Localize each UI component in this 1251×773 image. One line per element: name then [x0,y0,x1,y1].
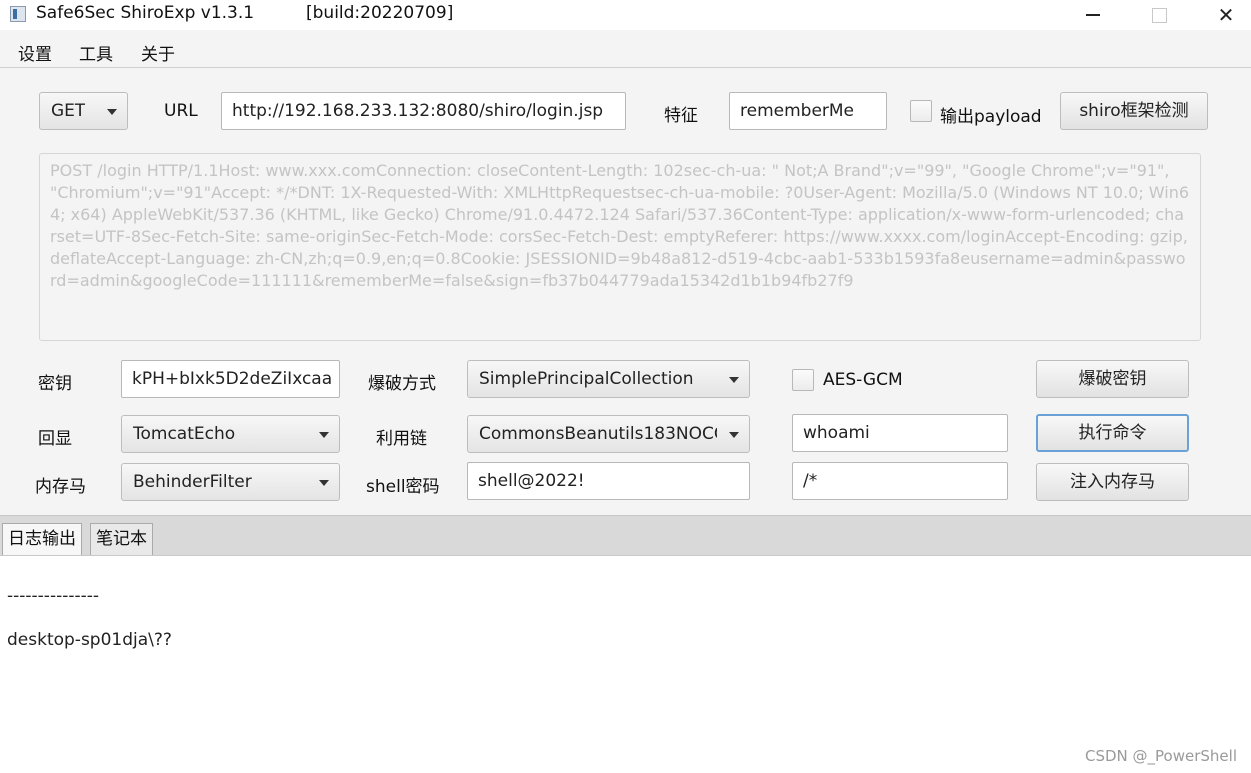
aes-gcm-checkbox[interactable] [792,369,814,391]
inject-memshell-button[interactable]: 注入内存马 [1036,463,1189,501]
memshell-label: 内存马 [35,477,86,497]
execute-command-button[interactable]: 执行命令 [1036,414,1189,452]
brute-key-button[interactable]: 爆破密钥 [1036,360,1189,398]
key-label: 密钥 [38,374,72,394]
brute-mode-label: 爆破方式 [368,374,436,394]
menu-tools[interactable]: 工具 [79,40,113,65]
tab-log-output[interactable]: 日志输出 [2,523,82,556]
menu-about[interactable]: 关于 [141,40,175,65]
log-line: desktop-sp01dja\?? [7,630,172,650]
output-payload-label: 输出payload [940,107,1042,127]
output-payload-checkbox[interactable] [910,100,932,122]
feature-label: 特征 [664,106,698,126]
gadget-chain-select[interactable]: CommonsBeanutils183NOCC [467,415,750,453]
minimize-button[interactable] [1070,0,1116,30]
brute-mode-select[interactable]: SimplePrincipalCollection [467,360,750,398]
key-input[interactable]: kPH+bIxk5D2deZiIxcaa [121,360,340,398]
echo-label: 回显 [38,429,72,449]
window-title: Safe6Sec ShiroExp v1.3.1 [36,3,255,23]
log-output-area[interactable]: --------------- desktop-sp01dja\?? CSDN … [0,555,1251,773]
chain-label: 利用链 [376,429,427,449]
watermark: CSDN @_PowerShell [1085,747,1237,765]
detect-shiro-button[interactable]: shiro框架检测 [1060,92,1208,130]
title-bar: Safe6Sec ShiroExp v1.3.1 [build:20220709… [0,0,1251,30]
chevron-down-icon [319,480,329,486]
menu-bar: 设置 工具 关于 [0,32,1251,68]
aes-gcm-label: AES-GCM [823,370,903,390]
feature-input[interactable]: rememberMe [729,92,887,130]
close-icon: ✕ [1217,3,1235,27]
tab-notebook[interactable]: 笔记本 [90,523,153,556]
request-textarea[interactable]: POST /login HTTP/1.1Host: www.xxx.comCon… [39,153,1201,341]
chevron-down-icon [319,432,329,438]
chevron-down-icon [729,432,739,438]
app-icon [10,6,26,22]
memshell-path-input[interactable]: /* [792,462,1008,500]
shell-password-label: shell密码 [366,477,440,497]
menu-settings[interactable]: 设置 [18,40,52,65]
window-build: [build:20220709] [306,3,454,23]
log-line: --------------- [7,586,100,606]
maximize-button[interactable] [1136,0,1182,30]
chevron-down-icon [729,377,739,383]
memshell-select[interactable]: BehinderFilter [121,463,340,501]
echo-select[interactable]: TomcatEcho [121,415,340,453]
close-button[interactable]: ✕ [1203,0,1249,30]
url-label: URL [164,101,198,121]
shell-password-input[interactable]: shell@2022! [467,462,750,500]
chevron-down-icon [107,109,117,115]
method-select[interactable]: GET [39,92,128,130]
tab-strip: 日志输出 笔记本 [0,515,1251,556]
command-input[interactable]: whoami [792,414,1008,452]
url-input[interactable]: http://192.168.233.132:8080/shiro/login.… [221,92,626,130]
